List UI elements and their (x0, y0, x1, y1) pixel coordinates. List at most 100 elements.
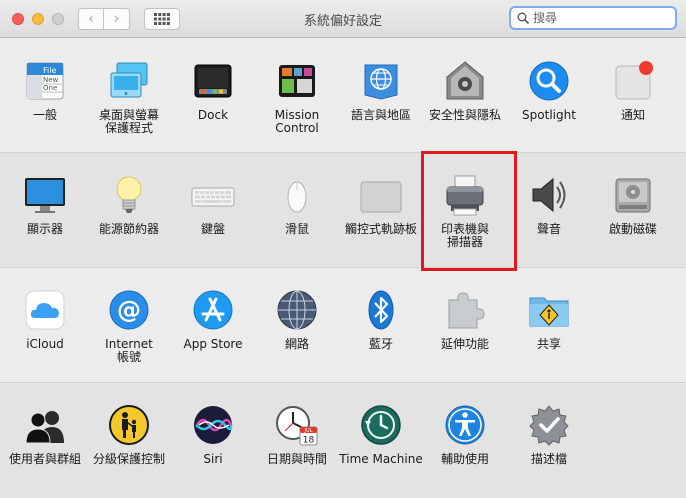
internet-accounts-icon: @ (107, 288, 151, 332)
accessibility-icon (443, 403, 487, 447)
title-bar: ‹ › 系統偏好設定 (0, 0, 686, 38)
pref-label: Spotlight (522, 108, 576, 122)
pref-energy-saver[interactable]: 能源節約器 (88, 153, 170, 261)
pref-parental-controls[interactable]: 分級保護控制 (88, 383, 170, 491)
grid-icon (154, 13, 170, 25)
notifications-icon (611, 59, 655, 103)
pref-mouse[interactable]: 滑鼠 (256, 153, 338, 261)
spotlight-icon (527, 59, 571, 103)
pref-bluetooth[interactable]: 藍牙 (340, 268, 422, 376)
pref-label: 輔助使用 (440, 452, 489, 466)
pref-label: 顯示器 (26, 222, 63, 236)
sharing-icon (527, 288, 571, 332)
bluetooth-icon (359, 288, 403, 332)
close-button[interactable] (12, 13, 24, 25)
pref-label: Dock (197, 108, 229, 122)
pref-icloud[interactable]: iCloud (4, 268, 86, 376)
icloud-icon (23, 288, 67, 332)
pref-internet-accounts[interactable]: @ Internet 帳號 (88, 268, 170, 376)
pref-desktop-screensaver[interactable]: 桌面與螢幕 保護程式 (88, 39, 170, 147)
pref-keyboard[interactable]: 鍵盤 (172, 153, 254, 261)
pref-sharing[interactable]: 共享 (508, 268, 590, 376)
pref-date-time[interactable]: JUL 18 日期與時間 (256, 383, 338, 491)
pref-sound[interactable]: 聲音 (508, 153, 590, 261)
pref-label: 桌面與螢幕 保護程式 (98, 108, 159, 135)
show-all-button[interactable] (144, 8, 180, 30)
pref-displays[interactable]: 顯示器 (4, 153, 86, 261)
pref-label: 藍牙 (368, 337, 393, 351)
minimize-button[interactable] (32, 13, 44, 25)
pref-time-machine[interactable]: Time Machine (339, 383, 423, 491)
search-field[interactable] (509, 6, 677, 30)
language-region-icon (359, 59, 403, 103)
pref-label: 分級保護控制 (92, 452, 165, 466)
calendar-month-text: JUL (304, 428, 313, 434)
pref-label: Siri (203, 452, 223, 466)
extensions-icon (443, 288, 487, 332)
pref-label: 觸控式軌跡板 (344, 222, 417, 236)
chevron-left-icon: ‹ (88, 11, 94, 27)
desktop-screensaver-icon (107, 59, 151, 103)
pref-printers-scanners[interactable]: 印表機與 掃描器 (424, 153, 506, 261)
pref-label: 日期與時間 (266, 452, 327, 466)
pref-label: iCloud (26, 337, 64, 351)
pref-label: 使用者與群組 (8, 452, 81, 466)
pref-notifications[interactable]: 通知 (592, 39, 674, 147)
pref-label: 一般 (32, 108, 57, 122)
pref-mission-control[interactable]: Mission Control (256, 39, 338, 147)
displays-icon (23, 173, 67, 217)
pref-startup-disk[interactable]: 啟動磁碟 (592, 153, 674, 261)
time-machine-icon (359, 403, 403, 447)
network-icon (275, 288, 319, 332)
general-icon-new-text: New (43, 76, 59, 84)
mouse-icon (275, 173, 319, 217)
mission-control-icon (275, 59, 319, 103)
svg-text:@: @ (117, 296, 141, 324)
forward-button[interactable]: › (104, 8, 130, 30)
pref-profiles[interactable]: 描述檔 (508, 383, 590, 491)
pref-label: 網路 (284, 337, 309, 351)
startup-disk-icon (611, 173, 655, 217)
siri-icon (191, 403, 235, 447)
search-icon (517, 12, 529, 24)
users-groups-icon (23, 403, 67, 447)
pref-spotlight[interactable]: Spotlight (508, 39, 590, 147)
energy-saver-icon (107, 173, 151, 217)
zoom-button[interactable] (52, 13, 64, 25)
pref-network[interactable]: 網路 (256, 268, 338, 376)
security-privacy-icon (443, 59, 487, 103)
app-store-icon (191, 288, 235, 332)
chevron-right-icon: › (113, 11, 120, 27)
pref-label: Mission Control (274, 108, 320, 135)
search-input[interactable] (533, 11, 673, 25)
pref-siri[interactable]: Siri (172, 383, 254, 491)
pref-label: 描述檔 (530, 452, 567, 466)
pref-trackpad[interactable]: 觸控式軌跡板 (340, 153, 422, 261)
pref-general[interactable]: File New One 一般 (4, 39, 86, 147)
parental-controls-icon (107, 403, 151, 447)
pref-dock[interactable]: Dock (172, 39, 254, 147)
general-icon: File New One (23, 59, 67, 103)
calendar-day-text: 18 (303, 436, 315, 446)
pref-label: 聲音 (536, 222, 561, 236)
pref-users-groups[interactable]: 使用者與群組 (4, 383, 86, 491)
pref-security-privacy[interactable]: 安全性與隱私 (424, 39, 506, 147)
pref-label: 啟動磁碟 (608, 222, 657, 236)
back-button[interactable]: ‹ (78, 8, 104, 30)
dock-icon (191, 59, 235, 103)
pref-label: 共享 (536, 337, 561, 351)
pref-language-region[interactable]: 語言與地區 (340, 39, 422, 147)
pref-accessibility[interactable]: 輔助使用 (424, 383, 506, 491)
pref-label: Time Machine (339, 452, 423, 466)
pref-label: 印表機與 掃描器 (440, 222, 489, 249)
general-icon-file-text: File (43, 66, 56, 75)
sound-icon (527, 173, 571, 217)
pref-label: 語言與地區 (350, 108, 411, 122)
pref-label: 滑鼠 (284, 222, 309, 236)
pref-label: 鍵盤 (200, 222, 225, 236)
trackpad-icon (359, 173, 403, 217)
keyboard-icon (191, 173, 235, 217)
general-icon-one-text: One (43, 84, 57, 92)
pref-extensions[interactable]: 延伸功能 (424, 268, 506, 376)
pref-app-store[interactable]: App Store (172, 268, 254, 376)
